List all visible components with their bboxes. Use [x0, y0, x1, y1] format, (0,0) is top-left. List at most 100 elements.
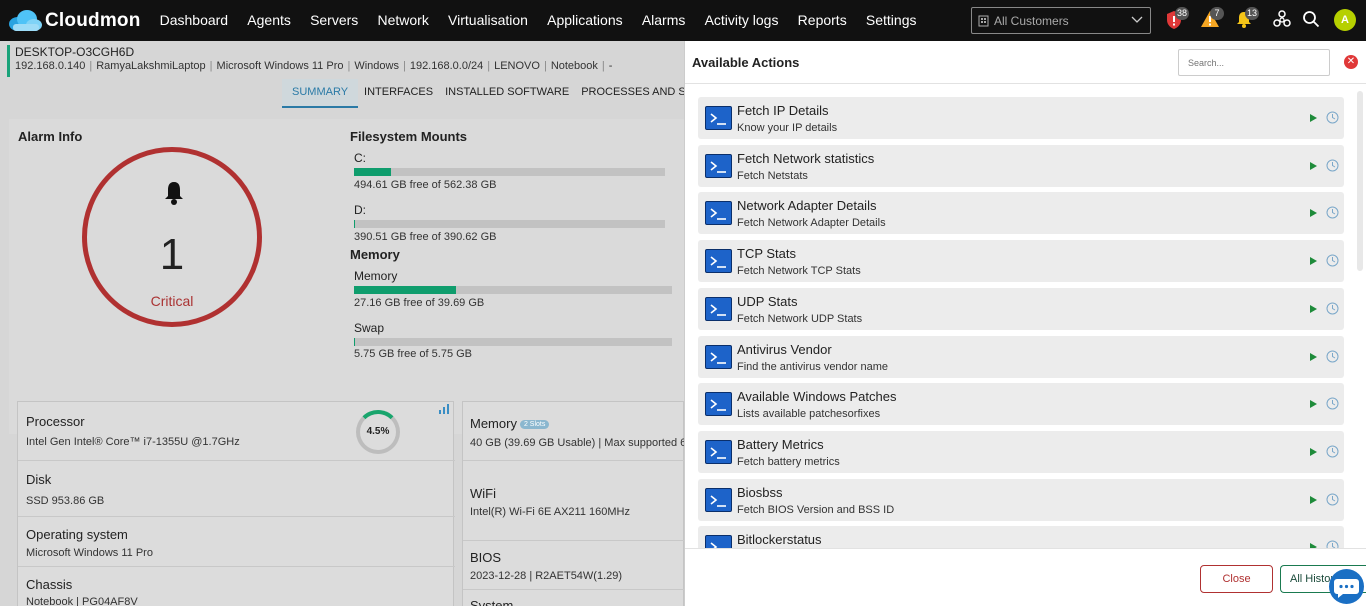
meta-separator: | — [209, 60, 213, 72]
alarm-count: 1 — [159, 230, 185, 279]
schedule-clock-icon[interactable] — [1326, 397, 1339, 410]
top-navbar: Cloudmon Dashboard Agents Servers Network Vi… — [0, 0, 1366, 41]
terminal-icon — [705, 296, 732, 321]
panel-title: Available Actions — [692, 55, 800, 70]
nav-item-applications[interactable]: Applications — [538, 0, 633, 41]
run-action-icon[interactable] — [1310, 447, 1317, 456]
tab-summary[interactable]: SUMMARY — [282, 79, 359, 108]
action-description: Fetch Network UDP Stats — [737, 312, 863, 325]
processor-value: Intel Gen Intel® Core™ i7-1355U @1.7GHz — [26, 436, 240, 448]
nav-item-settings[interactable]: Settings — [856, 0, 926, 41]
run-action-icon[interactable] — [1310, 304, 1317, 313]
action-row[interactable]: Biosbss Fetch BIOS Version and BSS ID — [698, 478, 1344, 521]
global-search-button[interactable] — [1302, 10, 1322, 30]
device-header: DESKTOP-O3CGH6D 192.168.0.140 | RamyaLaksh… — [7, 45, 684, 77]
swap-usage-fill — [354, 338, 355, 346]
chat-support-button[interactable] — [1329, 569, 1364, 604]
chassis-value: Notebook | PG04AF8V — [26, 596, 138, 606]
notifications-button[interactable]: 13 — [1235, 7, 1260, 30]
schedule-clock-icon[interactable] — [1326, 159, 1339, 172]
bios-value: 2023-12-28 | R2AET54W(1.29) — [470, 570, 623, 582]
device-meta-item: - — [608, 60, 613, 72]
run-action-icon[interactable] — [1310, 257, 1317, 266]
nav-item-dashboard[interactable]: Dashboard — [150, 0, 238, 41]
terminal-icon — [705, 392, 732, 417]
action-row[interactable]: TCP Stats Fetch Network TCP Stats — [698, 240, 1344, 283]
schedule-clock-icon[interactable] — [1326, 540, 1339, 548]
integrations-button[interactable] — [1273, 10, 1293, 30]
action-name: Fetch Network statistics — [737, 150, 875, 166]
run-action-icon[interactable] — [1310, 495, 1317, 504]
action-name: Battery Metrics — [737, 436, 824, 452]
action-row[interactable]: Antivirus Vendor Find the antivirus vendo… — [698, 335, 1344, 378]
mount-free: 494.61 GB free of 562.38 GB — [354, 179, 497, 191]
meta-separator: | — [601, 60, 605, 72]
nav-item-virtualisation[interactable]: Virtualisation — [438, 0, 537, 41]
nav-item-servers[interactable]: Servers — [300, 0, 367, 41]
mount-label: C: — [354, 151, 366, 165]
tab-installed-software[interactable]: INSTALLED SOFTWARE — [439, 79, 575, 108]
divider — [18, 460, 455, 461]
user-avatar[interactable]: A — [1334, 9, 1356, 31]
divider — [463, 589, 684, 590]
disk-value: SSD 953.86 GB — [26, 495, 105, 507]
schedule-clock-icon[interactable] — [1326, 445, 1339, 458]
chassis-title: Chassis — [26, 577, 73, 592]
bar-chart-icon[interactable] — [439, 404, 449, 414]
alarm-ring: 1 Critical — [82, 147, 262, 327]
cpu-usage-value: 4.5% — [366, 426, 390, 437]
device-meta: 192.168.0.140 | RamyaLakshmiLaptop | Microso… — [15, 59, 684, 73]
mount-free: 390.51 GB free of 390.62 GB — [354, 231, 497, 243]
meta-separator: | — [347, 60, 351, 72]
customer-select[interactable]: All Customers — [971, 7, 1151, 34]
actions-scrollbar[interactable] — [1357, 91, 1363, 271]
device-meta-item: 192.168.0.140 — [15, 60, 86, 72]
action-row[interactable]: Available Windows Patches Lists available… — [698, 383, 1344, 426]
brand-logo[interactable]: Cloudmon — [7, 9, 147, 33]
network-nodes-icon — [1273, 10, 1291, 27]
nav-item-activity-logs[interactable]: Activity logs — [695, 0, 788, 41]
memory-card-value: 40 GB (39.69 GB Usable) | Max supported … — [470, 437, 684, 449]
action-description: Fetch Netstats — [737, 169, 808, 182]
actions-list: Fetch IP Details Know your IP details Fetc… — [685, 84, 1366, 548]
run-action-icon[interactable] — [1310, 209, 1317, 218]
security-alerts-button[interactable]: 38 — [1165, 7, 1190, 30]
terminal-icon — [705, 201, 732, 226]
memory-usage-bar — [354, 286, 672, 294]
panel-close-icon[interactable]: ✕ — [1344, 55, 1358, 69]
brand-name: Cloudmon — [45, 9, 141, 31]
nav-item-reports[interactable]: Reports — [788, 0, 856, 41]
schedule-clock-icon[interactable] — [1326, 206, 1339, 219]
close-button[interactable]: Close — [1200, 565, 1273, 593]
mount-label: D: — [354, 203, 366, 217]
nav-item-alarms[interactable]: Alarms — [632, 0, 695, 41]
action-description: Find the antivirus vendor name — [737, 360, 889, 373]
action-row[interactable]: Bitlockerstatus — [698, 526, 1344, 548]
system-title: System — [470, 598, 514, 606]
schedule-clock-icon[interactable] — [1326, 350, 1339, 363]
actions-search-input[interactable] — [1178, 49, 1330, 76]
filesystem-title: Filesystem Mounts — [350, 129, 468, 144]
schedule-clock-icon[interactable] — [1326, 254, 1339, 267]
memory-card-title: Memory 2 Slots — [470, 416, 550, 431]
action-row[interactable]: Fetch Network statistics Fetch Netstats — [698, 144, 1344, 187]
nav-item-network[interactable]: Network — [368, 0, 439, 41]
warnings-button[interactable]: 7 — [1200, 7, 1224, 30]
run-action-icon[interactable] — [1310, 352, 1317, 361]
tab-interfaces[interactable]: INTERFACES — [358, 79, 439, 108]
schedule-clock-icon[interactable] — [1326, 493, 1339, 506]
tab-processes-and-services[interactable]: PROCESSES AND SERVICES — [575, 79, 684, 108]
mount-usage-bar — [354, 220, 665, 228]
memory-card-label: Memory — [470, 416, 517, 431]
schedule-clock-icon[interactable] — [1326, 302, 1339, 315]
disk-title: Disk — [26, 472, 52, 487]
run-action-icon[interactable] — [1310, 400, 1317, 409]
schedule-clock-icon[interactable] — [1326, 111, 1339, 124]
run-action-icon[interactable] — [1310, 114, 1317, 122]
action-row[interactable]: Battery Metrics Fetch battery metrics — [698, 430, 1344, 473]
action-row[interactable]: Network Adapter Details Fetch Network Ada… — [698, 192, 1344, 235]
action-row[interactable]: Fetch IP Details Know your IP details — [698, 97, 1344, 139]
action-row[interactable]: UDP Stats Fetch Network UDP Stats — [698, 287, 1344, 330]
run-action-icon[interactable] — [1310, 161, 1317, 170]
nav-item-agents[interactable]: Agents — [238, 0, 301, 41]
